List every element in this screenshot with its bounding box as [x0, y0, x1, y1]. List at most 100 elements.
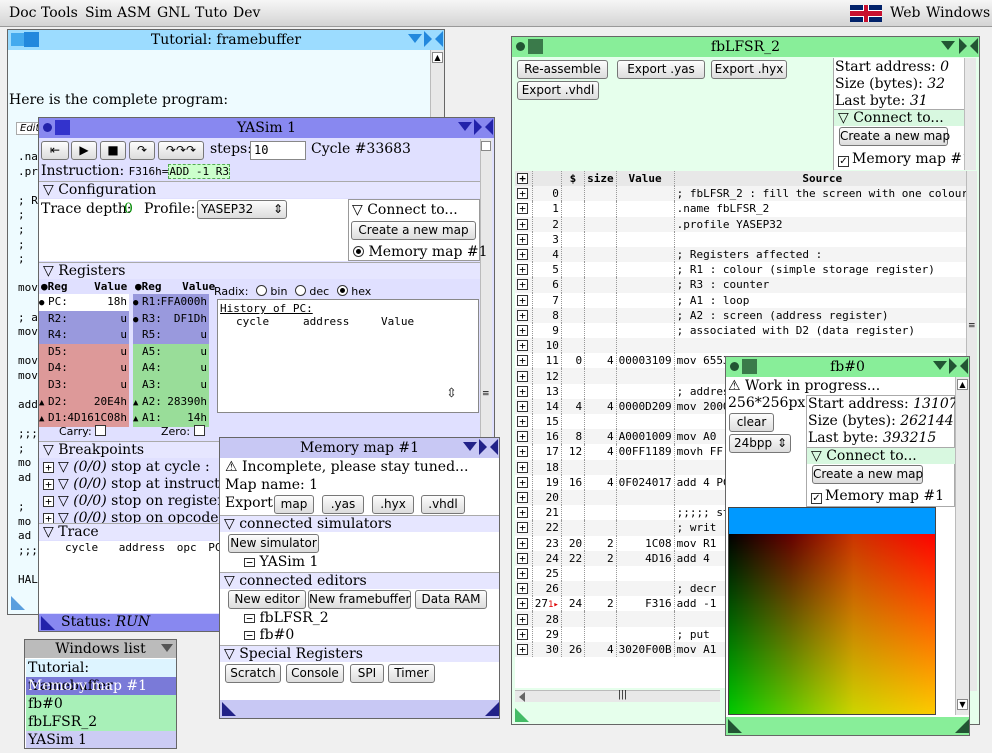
connect-section-header[interactable]: ▽ Connect to... [834, 109, 966, 126]
expand-icon[interactable]: + [517, 613, 528, 625]
remove-icon[interactable]: − [244, 613, 255, 624]
memory-map-checkbox[interactable]: ✓ [811, 493, 822, 504]
expand-icon[interactable]: + [517, 279, 528, 291]
scroll-up-icon[interactable] [481, 141, 491, 151]
menu-doc[interactable]: Doc [9, 5, 37, 21]
minimize-icon[interactable] [408, 34, 422, 43]
remove-icon[interactable]: − [244, 557, 255, 568]
scroll-up-icon[interactable]: ▲ [432, 52, 443, 63]
register-value[interactable]: u [120, 311, 127, 328]
expand-icon[interactable]: + [43, 479, 54, 490]
expand-icon[interactable]: + [517, 567, 528, 579]
register-value[interactable]: u [120, 377, 127, 394]
export-hyx-button[interactable]: Export .hyx [711, 60, 787, 79]
connected-simulators-header[interactable]: ▽ connected simulators [220, 515, 499, 532]
clear-button[interactable]: clear [729, 413, 774, 432]
expand-icon[interactable]: + [517, 583, 528, 595]
export-map-button[interactable]: map [274, 495, 314, 514]
fb-scrollbar[interactable]: ▲ ▼ [955, 377, 969, 715]
expand-icon[interactable]: + [517, 324, 528, 336]
resize-handle-icon[interactable] [955, 719, 969, 733]
register-value[interactable]: u [120, 327, 127, 344]
export-vhdl-button[interactable]: Export .vhdl [517, 81, 599, 100]
connected-editors-header[interactable]: ▽ connected editors [220, 572, 499, 589]
spi-button[interactable]: SPI [350, 664, 384, 683]
expand-icon[interactable]: + [517, 446, 528, 458]
memory-map-checkbox[interactable]: ✓ [838, 156, 849, 167]
expand-icon[interactable]: + [517, 507, 528, 519]
scroll-up-icon[interactable]: ▲ [957, 379, 968, 390]
zero-checkbox[interactable] [193, 425, 205, 436]
expand-icon[interactable]: + [517, 628, 528, 640]
framebuffer-canvas[interactable] [728, 507, 936, 715]
close-icon[interactable] [424, 31, 443, 48]
expand-icon[interactable]: + [517, 249, 528, 261]
expand-icon[interactable]: + [517, 552, 528, 564]
expand-icon[interactable]: + [517, 370, 528, 382]
new-editor-button[interactable]: New editor [228, 590, 306, 609]
windows-list-item[interactable]: Tutorial: framebuffer [26, 659, 176, 694]
resize-handle-icon[interactable] [515, 708, 529, 722]
uk-flag-icon[interactable] [850, 5, 882, 22]
menu-asm[interactable]: ASM [117, 5, 151, 21]
export-vhdl-button[interactable]: .vhdl [421, 495, 465, 514]
row-source[interactable] [673, 338, 970, 354]
expand-icon[interactable]: + [517, 598, 528, 610]
expand-icon[interactable]: + [517, 233, 528, 245]
windows-list-item[interactable]: YASim 1 [26, 731, 176, 748]
memmap-titlebar[interactable]: Memory map #1 [220, 438, 499, 458]
connect-header[interactable]: ▽ Connect to... [352, 202, 458, 218]
scratch-button[interactable]: Scratch [225, 664, 281, 683]
expand-icon[interactable]: + [517, 188, 528, 200]
info-panel-scrollbar[interactable] [964, 58, 976, 170]
register-value[interactable]: 18h [107, 294, 127, 311]
expand-all-icon[interactable]: + [517, 173, 528, 185]
close-icon[interactable] [479, 439, 498, 456]
run-button[interactable]: ▶ [71, 141, 97, 160]
expand-icon[interactable]: + [517, 309, 528, 321]
expand-icon[interactable]: + [517, 385, 528, 397]
connect-section-header[interactable]: ▽ Connect to... [807, 447, 956, 464]
register-value[interactable]: u [200, 327, 207, 344]
windows-list-item[interactable]: fb#0 [26, 695, 176, 713]
windows-list-item[interactable]: fbLFSR_2 [26, 713, 176, 731]
collapse-triangle-icon[interactable]: ▽ [58, 459, 73, 475]
export-yas-button[interactable]: .yas [322, 495, 364, 514]
carry-checkbox[interactable] [95, 425, 107, 436]
expand-icon[interactable]: + [517, 476, 528, 488]
multi-step-button[interactable]: ↷↷↷ [158, 141, 204, 160]
row-source[interactable]: ; R1 : colour (simple storage register) [673, 262, 970, 278]
row-source[interactable]: ; Registers affected : [673, 246, 970, 263]
expand-icon[interactable]: + [517, 355, 528, 367]
console-button[interactable]: Console [286, 664, 344, 683]
expand-icon[interactable]: + [517, 492, 528, 504]
fb-titlebar[interactable]: fb#0 [726, 357, 969, 377]
menu-tools[interactable]: Tools [41, 5, 78, 21]
close-icon[interactable] [474, 119, 493, 136]
expand-icon[interactable]: + [517, 431, 528, 443]
radix-hex-radio[interactable] [336, 285, 348, 296]
menu-dev[interactable]: Dev [233, 5, 260, 21]
create-new-map-button[interactable]: Create a new map [839, 127, 950, 146]
yasim-titlebar[interactable]: YASim 1 [39, 118, 494, 138]
register-value[interactable]: u [120, 344, 127, 361]
source-hscrollbar[interactable]: ||| [515, 690, 720, 702]
resize-handle-icon[interactable] [41, 616, 55, 630]
resize-handle-icon[interactable] [222, 702, 236, 716]
resize-handle-icon[interactable] [728, 719, 742, 733]
expand-icon[interactable]: + [43, 496, 54, 507]
row-source[interactable]: .profile YASEP32 [673, 216, 970, 232]
row-source[interactable]: .name fbLFSR_2 [673, 201, 970, 217]
lfsr-titlebar[interactable]: fbLFSR_2 [512, 37, 979, 57]
expand-icon[interactable]: + [517, 203, 528, 215]
row-source[interactable] [673, 231, 970, 247]
configuration-section-header[interactable]: ▽ Configuration [39, 181, 480, 198]
menu-web[interactable]: Web [890, 5, 921, 21]
collapse-triangle-icon[interactable]: ▽ [58, 493, 73, 509]
register-value[interactable]: DF1Dh [174, 311, 207, 328]
expand-icon[interactable]: + [517, 416, 528, 428]
new-simulator-button[interactable]: New simulator [228, 534, 319, 553]
registers-section-header[interactable]: ▽ Registers [39, 262, 480, 279]
expand-icon[interactable]: + [517, 340, 528, 352]
row-source[interactable]: ; associated with D2 (data register) [673, 322, 970, 339]
